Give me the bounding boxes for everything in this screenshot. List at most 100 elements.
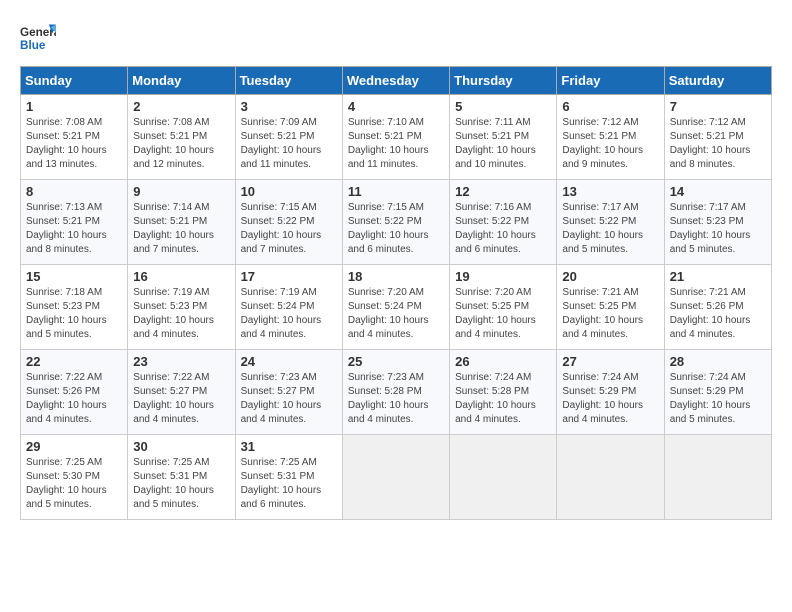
day-number: 22 [26, 354, 122, 369]
day-number: 18 [348, 269, 444, 284]
day-number: 19 [455, 269, 551, 284]
day-info: Sunrise: 7:21 AM Sunset: 5:26 PM Dayligh… [670, 286, 766, 342]
day-info: Sunrise: 7:24 AM Sunset: 5:28 PM Dayligh… [455, 371, 551, 427]
day-number: 30 [133, 439, 229, 454]
day-number: 5 [455, 99, 551, 114]
day-number: 27 [562, 354, 658, 369]
svg-text:Blue: Blue [20, 39, 46, 52]
day-cell-4: 4 Sunrise: 7:10 AM Sunset: 5:21 PM Daylig… [342, 95, 449, 180]
day-info: Sunrise: 7:20 AM Sunset: 5:24 PM Dayligh… [348, 286, 444, 342]
day-number: 14 [670, 184, 766, 199]
day-number: 8 [26, 184, 122, 199]
day-info: Sunrise: 7:21 AM Sunset: 5:25 PM Dayligh… [562, 286, 658, 342]
day-number: 23 [133, 354, 229, 369]
col-header-thursday: Thursday [450, 67, 557, 95]
col-header-saturday: Saturday [664, 67, 771, 95]
day-number: 15 [26, 269, 122, 284]
day-cell-20: 20 Sunrise: 7:21 AM Sunset: 5:25 PM Dayli… [557, 265, 664, 350]
day-info: Sunrise: 7:17 AM Sunset: 5:23 PM Dayligh… [670, 201, 766, 257]
day-number: 10 [241, 184, 337, 199]
day-cell-22: 22 Sunrise: 7:22 AM Sunset: 5:26 PM Dayli… [21, 350, 128, 435]
day-cell-3: 3 Sunrise: 7:09 AM Sunset: 5:21 PM Daylig… [235, 95, 342, 180]
empty-cell [450, 435, 557, 520]
day-cell-21: 21 Sunrise: 7:21 AM Sunset: 5:26 PM Dayli… [664, 265, 771, 350]
logo-icon: General Blue [20, 20, 56, 56]
col-header-monday: Monday [128, 67, 235, 95]
day-info: Sunrise: 7:23 AM Sunset: 5:28 PM Dayligh… [348, 371, 444, 427]
day-cell-2: 2Sunrise: 7:08 AM Sunset: 5:21 PM Daylig… [128, 95, 235, 180]
day-number: 16 [133, 269, 229, 284]
day-cell-1: 1 Sunrise: 7:08 AM Sunset: 5:21 PM Daylig… [21, 95, 128, 180]
day-cell-25: 25Sunrise: 7:23 AM Sunset: 5:28 PM Dayli… [342, 350, 449, 435]
day-cell-5: 5 Sunrise: 7:11 AM Sunset: 5:21 PM Daylig… [450, 95, 557, 180]
day-number: 6 [562, 99, 658, 114]
day-number: 11 [348, 184, 444, 199]
day-number: 12 [455, 184, 551, 199]
day-info: Sunrise: 7:13 AM Sunset: 5:21 PM Dayligh… [26, 201, 122, 257]
day-cell-18: 18 Sunrise: 7:20 AM Sunset: 5:24 PM Dayli… [342, 265, 449, 350]
calendar-table: SundayMondayTuesdayWednesdayThursdayFrid… [20, 66, 772, 520]
day-cell-28: 28 Sunrise: 7:24 AM Sunset: 5:29 PM Dayli… [664, 350, 771, 435]
day-cell-16: 16 Sunrise: 7:19 AM Sunset: 5:23 PM Dayli… [128, 265, 235, 350]
day-info: Sunrise: 7:08 AM Sunset: 5:21 PM Dayligh… [133, 116, 229, 172]
day-info: Sunrise: 7:22 AM Sunset: 5:26 PM Dayligh… [26, 371, 122, 427]
day-info: Sunrise: 7:11 AM Sunset: 5:21 PM Dayligh… [455, 116, 551, 172]
day-number: 24 [241, 354, 337, 369]
day-info: Sunrise: 7:23 AM Sunset: 5:27 PM Dayligh… [241, 371, 337, 427]
day-cell-8: 8 Sunrise: 7:13 AM Sunset: 5:21 PM Daylig… [21, 180, 128, 265]
week-row-3: 15Sunrise: 7:18 AM Sunset: 5:23 PM Dayli… [21, 265, 772, 350]
day-cell-30: 30 Sunrise: 7:25 AM Sunset: 5:31 PM Dayli… [128, 435, 235, 520]
day-cell-13: 13 Sunrise: 7:17 AM Sunset: 5:22 PM Dayli… [557, 180, 664, 265]
day-cell-19: 19 Sunrise: 7:20 AM Sunset: 5:25 PM Dayli… [450, 265, 557, 350]
day-cell-11: 11Sunrise: 7:15 AM Sunset: 5:22 PM Dayli… [342, 180, 449, 265]
day-cell-23: 23 Sunrise: 7:22 AM Sunset: 5:27 PM Dayli… [128, 350, 235, 435]
day-info: Sunrise: 7:22 AM Sunset: 5:27 PM Dayligh… [133, 371, 229, 427]
col-header-wednesday: Wednesday [342, 67, 449, 95]
day-info: Sunrise: 7:24 AM Sunset: 5:29 PM Dayligh… [562, 371, 658, 427]
day-cell-14: 14 Sunrise: 7:17 AM Sunset: 5:23 PM Dayli… [664, 180, 771, 265]
day-info: Sunrise: 7:16 AM Sunset: 5:22 PM Dayligh… [455, 201, 551, 257]
week-row-4: 22 Sunrise: 7:22 AM Sunset: 5:26 PM Dayli… [21, 350, 772, 435]
day-number: 1 [26, 99, 122, 114]
day-number: 21 [670, 269, 766, 284]
day-info: Sunrise: 7:25 AM Sunset: 5:31 PM Dayligh… [241, 456, 337, 512]
day-info: Sunrise: 7:09 AM Sunset: 5:21 PM Dayligh… [241, 116, 337, 172]
day-cell-10: 10 Sunrise: 7:15 AM Sunset: 5:22 PM Dayli… [235, 180, 342, 265]
logo: General Blue [20, 20, 56, 56]
day-info: Sunrise: 7:15 AM Sunset: 5:22 PM Dayligh… [241, 201, 337, 257]
col-header-friday: Friday [557, 67, 664, 95]
day-info: Sunrise: 7:19 AM Sunset: 5:24 PM Dayligh… [241, 286, 337, 342]
day-number: 4 [348, 99, 444, 114]
day-number: 20 [562, 269, 658, 284]
page-header: General Blue [20, 20, 772, 56]
day-number: 26 [455, 354, 551, 369]
week-row-5: 29 Sunrise: 7:25 AM Sunset: 5:30 PM Dayli… [21, 435, 772, 520]
day-number: 3 [241, 99, 337, 114]
day-cell-31: 31 Sunrise: 7:25 AM Sunset: 5:31 PM Dayli… [235, 435, 342, 520]
day-cell-9: 9Sunrise: 7:14 AM Sunset: 5:21 PM Daylig… [128, 180, 235, 265]
day-info: Sunrise: 7:08 AM Sunset: 5:21 PM Dayligh… [26, 116, 122, 172]
day-info: Sunrise: 7:12 AM Sunset: 5:21 PM Dayligh… [670, 116, 766, 172]
day-info: Sunrise: 7:25 AM Sunset: 5:31 PM Dayligh… [133, 456, 229, 512]
col-header-sunday: Sunday [21, 67, 128, 95]
day-info: Sunrise: 7:19 AM Sunset: 5:23 PM Dayligh… [133, 286, 229, 342]
day-info: Sunrise: 7:14 AM Sunset: 5:21 PM Dayligh… [133, 201, 229, 257]
day-cell-7: 7 Sunrise: 7:12 AM Sunset: 5:21 PM Daylig… [664, 95, 771, 180]
day-number: 13 [562, 184, 658, 199]
day-number: 29 [26, 439, 122, 454]
week-row-1: 1 Sunrise: 7:08 AM Sunset: 5:21 PM Daylig… [21, 95, 772, 180]
day-info: Sunrise: 7:17 AM Sunset: 5:22 PM Dayligh… [562, 201, 658, 257]
day-number: 17 [241, 269, 337, 284]
day-number: 28 [670, 354, 766, 369]
day-info: Sunrise: 7:25 AM Sunset: 5:30 PM Dayligh… [26, 456, 122, 512]
day-number: 31 [241, 439, 337, 454]
day-cell-26: 26 Sunrise: 7:24 AM Sunset: 5:28 PM Dayli… [450, 350, 557, 435]
empty-cell [342, 435, 449, 520]
day-info: Sunrise: 7:20 AM Sunset: 5:25 PM Dayligh… [455, 286, 551, 342]
day-cell-6: 6Sunrise: 7:12 AM Sunset: 5:21 PM Daylig… [557, 95, 664, 180]
day-info: Sunrise: 7:24 AM Sunset: 5:29 PM Dayligh… [670, 371, 766, 427]
day-cell-29: 29 Sunrise: 7:25 AM Sunset: 5:30 PM Dayli… [21, 435, 128, 520]
day-number: 7 [670, 99, 766, 114]
day-cell-15: 15Sunrise: 7:18 AM Sunset: 5:23 PM Dayli… [21, 265, 128, 350]
day-info: Sunrise: 7:10 AM Sunset: 5:21 PM Dayligh… [348, 116, 444, 172]
